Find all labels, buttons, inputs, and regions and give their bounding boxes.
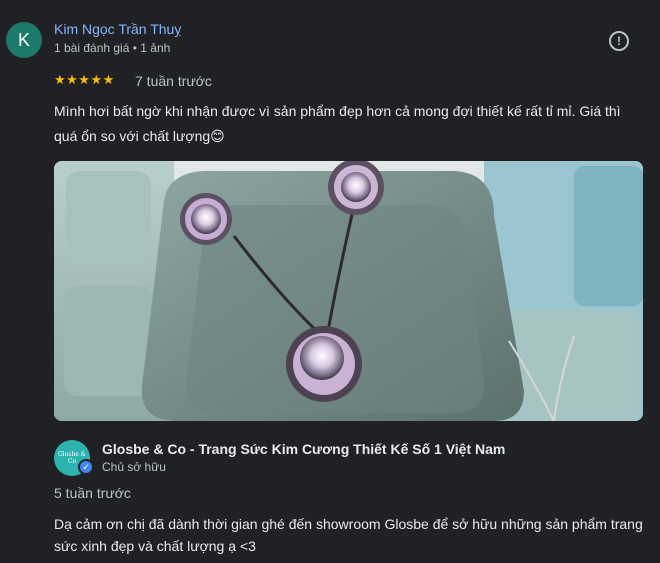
report-icon[interactable]: ! (609, 31, 629, 51)
review-text: Mình hơi bất ngờ khi nhận được vì sản ph… (54, 103, 621, 144)
review-photo[interactable] (54, 161, 643, 421)
reply-text: Dạ cảm ơn chị đã dành thời gian ghé đến … (54, 516, 643, 554)
owner-name[interactable]: Glosbe & Co - Trang Sức Kim Cương Thiết … (102, 441, 505, 457)
jewelry-photo-illustration (54, 161, 643, 421)
reviewer-meta: 1 bài đánh giá • 1 ảnh (54, 41, 171, 55)
owner-role: Chủ sở hữu (102, 460, 166, 474)
reviewer-name-link[interactable]: Kim Ngọc Trần Thuỵ (54, 21, 181, 37)
reviewer-avatar[interactable]: K (6, 22, 42, 58)
review-time: 7 tuần trước (135, 73, 212, 89)
verified-check-icon: ✓ (78, 459, 94, 475)
reply-time: 5 tuần trước (54, 485, 131, 501)
star-rating: ★★★★★ (54, 72, 115, 87)
